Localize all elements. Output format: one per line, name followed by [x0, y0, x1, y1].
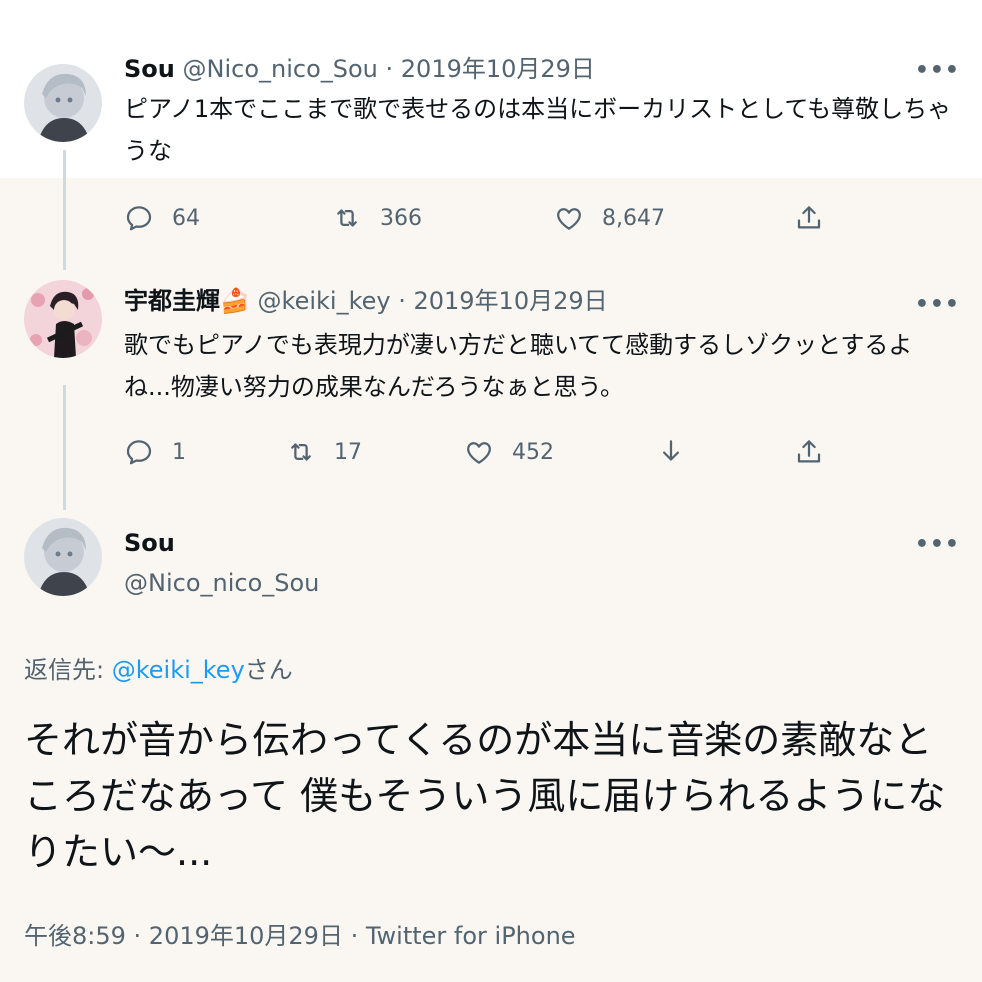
separator: · — [390, 287, 414, 315]
tweet-text: 歌でもピアノでも表現力が凄い方だと聴いてて感動するしゾクッとするよね...物凄い… — [124, 331, 913, 401]
tweet-date[interactable]: 2019年10月29日 — [401, 55, 595, 83]
more-icon[interactable]: ••• — [915, 534, 960, 556]
tweet-actions: 64 366 8,647 — [124, 200, 844, 236]
tweet-time[interactable]: 午後8:59 — [24, 922, 126, 950]
thread-connector-line — [63, 385, 66, 510]
download-icon — [663, 440, 679, 461]
display-name[interactable]: Sou — [124, 55, 175, 83]
avatar-image — [24, 64, 102, 142]
share-button[interactable] — [794, 434, 824, 470]
like-icon — [467, 442, 491, 464]
cake-emoji-icon: 🍰 — [220, 287, 250, 315]
share-icon — [797, 440, 821, 463]
like-icon — [557, 208, 581, 230]
tweet-header: 宇都圭輝🍰 @keiki_key · 2019年10月29日 — [124, 286, 608, 316]
reply-count: 64 — [172, 205, 200, 231]
thread-connector-line — [63, 150, 66, 270]
like-button[interactable]: 8,647 — [554, 200, 665, 236]
reply-count: 1 — [172, 439, 186, 465]
tweet-actions: 1 17 452 — [124, 434, 844, 470]
share-button[interactable] — [794, 200, 824, 236]
more-icon[interactable]: ••• — [915, 60, 960, 82]
display-name[interactable]: 宇都圭輝 — [124, 287, 220, 315]
separator: · — [342, 922, 366, 950]
tweet-source[interactable]: Twitter for iPhone — [366, 922, 576, 950]
tweet-metadata: 午後8:59 · 2019年10月29日 · Twitter for iPhon… — [24, 916, 576, 951]
reply-to-suffix: さん — [244, 656, 293, 684]
avatar-image — [24, 280, 102, 358]
avatar[interactable] — [24, 64, 102, 142]
download-button[interactable] — [656, 434, 686, 470]
like-count: 452 — [512, 439, 554, 465]
handle[interactable]: @Nico_nico_Sou — [183, 55, 378, 83]
more-icon[interactable]: ••• — [915, 294, 960, 316]
display-name-row: Sou — [124, 528, 175, 558]
retweet-button[interactable]: 17 — [286, 434, 362, 470]
reply-to-line: 返信先: @keiki_keyさん — [24, 650, 293, 685]
reply-to-prefix: 返信先: — [24, 656, 112, 684]
avatar-image — [24, 518, 102, 596]
retweet-icon — [337, 209, 357, 227]
tweet-header: Sou @Nico_nico_Sou · 2019年10月29日 — [124, 54, 595, 84]
avatar[interactable] — [24, 280, 102, 358]
separator: · — [125, 922, 149, 950]
display-name[interactable]: Sou — [124, 529, 175, 557]
main-tweet-text: それが音から伝わってくるのが本当に音楽の素敵なところだなあって 僕もそういう風に… — [24, 718, 946, 874]
reply-icon — [126, 440, 152, 465]
separator: · — [377, 55, 401, 83]
reply-button[interactable]: 1 — [124, 434, 186, 470]
handle[interactable]: @keiki_key — [258, 287, 391, 315]
retweet-button[interactable]: 366 — [332, 200, 422, 236]
reply-button[interactable]: 64 — [124, 200, 200, 236]
reply-icon — [126, 206, 152, 231]
avatar[interactable] — [24, 518, 102, 596]
share-icon — [797, 206, 821, 229]
tweet-date[interactable]: 2019年10月29日 — [149, 922, 343, 950]
retweet-icon — [291, 443, 311, 461]
tweet-date[interactable]: 2019年10月29日 — [413, 287, 607, 315]
retweet-count: 366 — [380, 205, 422, 231]
tweet-text: ピアノ1本でここまで歌で表せるのは本当にボーカリストとしても尊敬しちゃうな — [124, 95, 952, 165]
handle[interactable]: @Nico_nico_Sou — [124, 568, 319, 598]
retweet-count: 17 — [334, 439, 362, 465]
like-count: 8,647 — [602, 205, 665, 231]
like-button[interactable]: 452 — [464, 434, 554, 470]
reply-to-handle[interactable]: @keiki_key — [112, 656, 245, 684]
